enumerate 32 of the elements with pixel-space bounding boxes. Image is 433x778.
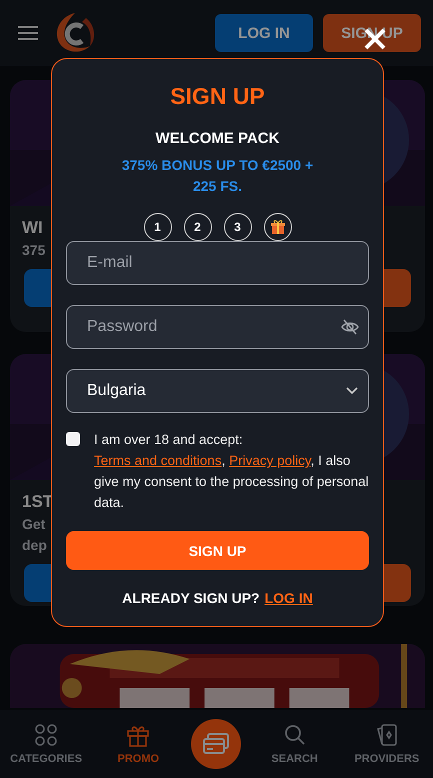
consent-checkbox[interactable] — [66, 432, 80, 446]
gift-icon — [270, 219, 286, 235]
chevron-down-icon — [346, 387, 358, 395]
bonus-text: 375% BONUS UP TO €2500 + 225 FS. — [120, 156, 314, 196]
card-title: WI — [22, 218, 43, 238]
policy-link[interactable]: Privacy policy — [229, 453, 311, 468]
card-text: dep — [22, 537, 47, 554]
welcome-heading: WELCOME PACK — [156, 130, 280, 147]
signup-submit-button[interactable]: SIGN UP — [66, 531, 369, 570]
nav-tab[interactable]: CATEGORIES — [7, 723, 86, 765]
cards-icon — [202, 732, 230, 756]
consent-text: I am over 18 and accept: Terms and conditions, Privacy policy, I also give my consent to the processing of personal data. — [94, 431, 369, 512]
already-text: ALREADY SIGN UP? — [122, 590, 260, 606]
card-text: Get — [22, 516, 46, 533]
search-icon — [282, 723, 307, 747]
nav-tab[interactable]: PROMO — [99, 723, 178, 765]
eye-slash-icon[interactable] — [341, 318, 359, 336]
card-title: 1ST — [22, 492, 54, 512]
nav-tab[interactable]: SEARCH — [256, 723, 334, 765]
login-link[interactable]: LOG IN — [264, 590, 313, 606]
card-text: 375 — [22, 242, 46, 259]
cashier-button[interactable] — [191, 719, 242, 769]
dialog-title: SIGN UP — [170, 83, 265, 110]
grid-icon — [34, 723, 58, 747]
cards-icon — [374, 723, 399, 747]
email-field[interactable]: E-mail — [66, 241, 369, 285]
menu-icon[interactable] — [18, 25, 38, 41]
country-select[interactable]: Bulgaria — [66, 369, 369, 413]
nav-tab[interactable]: PROVIDERS — [348, 723, 426, 765]
policy-link[interactable]: Terms and conditions — [94, 453, 222, 468]
login-button[interactable]: LOG IN — [215, 14, 313, 52]
password-field[interactable]: Password — [66, 305, 369, 349]
